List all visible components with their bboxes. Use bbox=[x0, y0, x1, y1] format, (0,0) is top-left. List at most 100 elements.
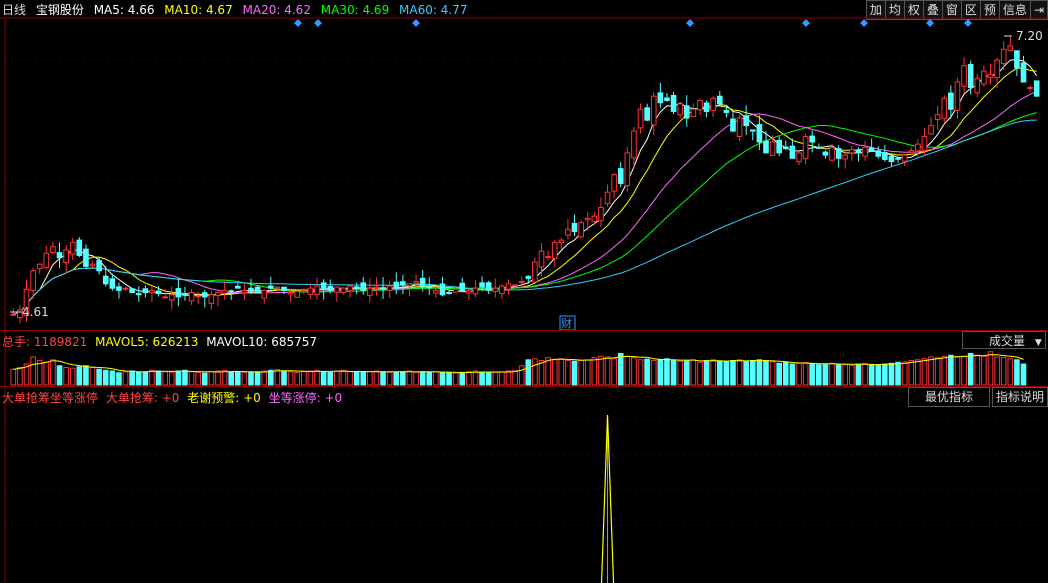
volume-title: 总手: 1189821 MAVOL5: 626213 MAVOL10: 6857… bbox=[2, 333, 317, 350]
candle bbox=[386, 285, 393, 291]
volume-bar bbox=[433, 371, 439, 386]
candle bbox=[446, 291, 452, 294]
indicator-name[interactable]: 大单抢筹坐等涨停 bbox=[2, 391, 98, 405]
candle bbox=[591, 215, 598, 222]
candle bbox=[182, 293, 188, 296]
candle bbox=[796, 152, 802, 163]
candle bbox=[267, 285, 274, 289]
volume-bar bbox=[83, 365, 89, 386]
volume-bar bbox=[254, 371, 261, 386]
candle bbox=[347, 285, 353, 292]
volume-bar bbox=[419, 371, 426, 386]
volume-bar bbox=[816, 364, 822, 386]
candle bbox=[948, 92, 954, 110]
chart-grid bbox=[0, 17, 1048, 583]
volume-bar bbox=[201, 372, 208, 386]
candle bbox=[908, 150, 915, 153]
indicator-value-3: 坐等涨停: +0 bbox=[268, 391, 343, 405]
candle bbox=[175, 288, 182, 298]
candle bbox=[248, 287, 254, 292]
candle bbox=[452, 288, 459, 293]
volume-bar bbox=[1007, 358, 1014, 386]
high-price-label: 7.20 bbox=[1016, 29, 1043, 43]
indicator-explain-button[interactable]: 指标说明 bbox=[992, 387, 1048, 407]
candle bbox=[142, 288, 149, 294]
indicator-title: 大单抢筹坐等涨停 大单抢筹: +0 老谢预警: +0 坐等涨停: +0 bbox=[2, 389, 342, 406]
candle bbox=[882, 152, 888, 160]
candle bbox=[584, 217, 591, 221]
volume-bar bbox=[50, 359, 56, 386]
candle bbox=[188, 292, 195, 302]
volume-bar bbox=[888, 362, 895, 386]
ma20-line bbox=[13, 90, 1037, 315]
candle bbox=[835, 148, 842, 159]
candle bbox=[598, 206, 604, 222]
volume-bar bbox=[532, 358, 538, 386]
best-indicator-button[interactable]: 最优指标 bbox=[908, 387, 990, 407]
volume-bar bbox=[347, 371, 353, 386]
candle bbox=[723, 109, 730, 114]
candle bbox=[928, 125, 934, 135]
volume-bar bbox=[208, 371, 215, 386]
candle bbox=[756, 124, 763, 143]
volume-bar bbox=[367, 371, 373, 386]
candle bbox=[459, 282, 466, 292]
candle bbox=[340, 287, 347, 294]
candle bbox=[116, 286, 122, 291]
volume-bar bbox=[908, 360, 915, 386]
candle bbox=[578, 222, 584, 238]
volume-bar bbox=[822, 363, 829, 386]
volume-bar bbox=[624, 355, 631, 386]
candle bbox=[974, 78, 981, 94]
candle bbox=[849, 149, 855, 154]
mavol10-label: MAVOL10: 685757 bbox=[206, 335, 318, 349]
candle bbox=[360, 282, 367, 291]
chevron-down-icon: ▼ bbox=[1034, 338, 1042, 348]
candle bbox=[234, 285, 241, 289]
volume-bar bbox=[301, 371, 307, 386]
volume-bar bbox=[981, 355, 987, 386]
volume-bar bbox=[670, 360, 677, 386]
volume-bar bbox=[882, 363, 888, 386]
volume-bar bbox=[320, 371, 327, 386]
volume-bar bbox=[142, 371, 149, 386]
volume-bar bbox=[76, 366, 83, 386]
volume-bar bbox=[373, 370, 380, 386]
volume-bar bbox=[479, 371, 485, 386]
volume-bar bbox=[584, 359, 591, 386]
candle bbox=[617, 168, 624, 184]
candles bbox=[10, 36, 1040, 324]
candle bbox=[776, 139, 783, 154]
volume-bar bbox=[360, 371, 367, 386]
volume-bar bbox=[1000, 357, 1007, 386]
candle bbox=[69, 241, 76, 255]
candle bbox=[400, 281, 406, 286]
candle bbox=[89, 263, 96, 267]
candle bbox=[261, 289, 268, 299]
volume-bar bbox=[598, 355, 604, 386]
volume-bar bbox=[849, 364, 855, 386]
candle bbox=[162, 296, 168, 299]
candle bbox=[307, 287, 314, 295]
candle bbox=[1014, 50, 1020, 69]
candle bbox=[868, 147, 875, 152]
stock-chart[interactable]: 7.20 4.61 财 bbox=[0, 0, 1048, 583]
event-marker-icon bbox=[686, 19, 694, 27]
volume-bar bbox=[697, 361, 703, 386]
volume-bar bbox=[730, 360, 736, 386]
volume-bar bbox=[386, 371, 393, 386]
candle bbox=[43, 252, 50, 269]
volume-bar bbox=[353, 371, 360, 386]
volume-bar bbox=[604, 356, 611, 386]
candle bbox=[479, 282, 485, 288]
candle bbox=[915, 143, 921, 152]
volume-bar bbox=[43, 361, 50, 386]
volume-dropdown[interactable]: 成交量 ▼ bbox=[962, 331, 1046, 349]
volume-bar bbox=[657, 359, 664, 386]
candle bbox=[631, 130, 637, 159]
ma-lines bbox=[13, 58, 1038, 315]
total-volume-label: 总手: 1189821 bbox=[2, 335, 88, 349]
volume-bar bbox=[485, 372, 492, 386]
candle bbox=[512, 284, 518, 287]
event-markers bbox=[294, 19, 972, 27]
